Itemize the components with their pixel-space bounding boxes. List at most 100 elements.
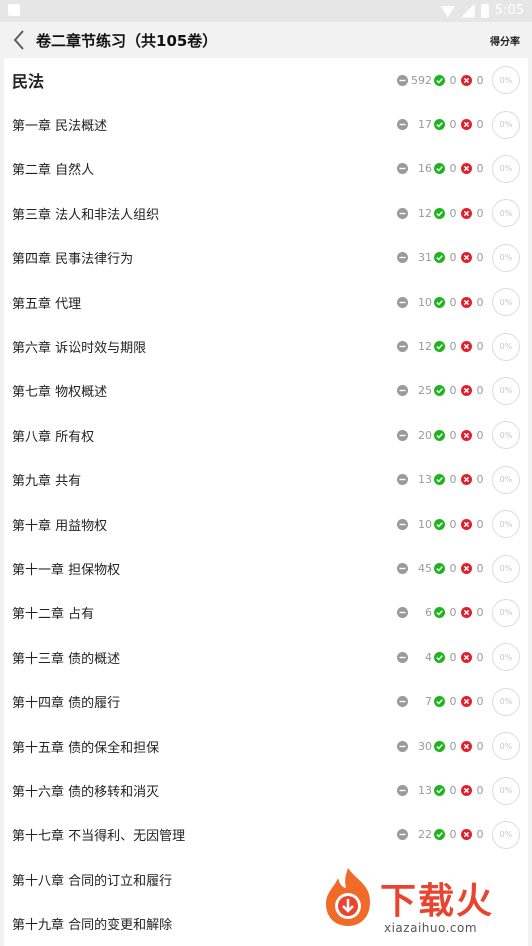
chapter-row[interactable]: 第三章 法人和非法人组织 12 0 0 0% bbox=[4, 191, 528, 235]
correct-icon bbox=[434, 119, 445, 131]
total-count: 31 bbox=[418, 251, 432, 265]
correct-icon bbox=[434, 163, 445, 175]
wrong-icon bbox=[461, 518, 472, 530]
wrong-icon bbox=[461, 385, 472, 397]
wrong-icon bbox=[461, 207, 472, 219]
score-rate-ring: 0% bbox=[492, 732, 520, 761]
chapter-list: 民法 592 0 0 0% 第一章 民法概述 17 0 0 0% 第二章 自然人 16 0 0 0% 第三章 … bbox=[4, 58, 528, 946]
chapter-title: 第十七章 不当得利、无因管理 bbox=[12, 829, 186, 845]
total-icon bbox=[397, 607, 408, 619]
wrong-icon bbox=[461, 341, 472, 353]
score-rate-ring: 0% bbox=[492, 598, 520, 627]
correct-count: 0 bbox=[449, 251, 457, 265]
chapter-row[interactable]: 第四章 民事法律行为 31 0 0 0% bbox=[4, 236, 528, 280]
correct-count: 0 bbox=[449, 118, 457, 132]
chapter-title: 第十二章 占有 bbox=[12, 607, 95, 623]
chapter-title: 第十一章 担保物权 bbox=[12, 563, 121, 579]
wrong-count: 0 bbox=[476, 428, 484, 442]
chapter-row[interactable]: 第十二章 占有 6 0 0 0% bbox=[4, 591, 528, 635]
total-count: 10 bbox=[418, 517, 432, 531]
chapter-stats: 25 0 0 bbox=[397, 384, 488, 397]
chapter-row[interactable]: 第二章 自然人 16 0 0 0% bbox=[4, 147, 528, 191]
wrong-count: 0 bbox=[476, 384, 484, 398]
back-button[interactable] bbox=[8, 28, 30, 52]
wrong-icon bbox=[461, 163, 472, 175]
chapter-row[interactable]: 第七章 物权概述 25 0 0 0% bbox=[4, 369, 528, 413]
score-rate-ring: 0% bbox=[492, 554, 520, 583]
chapter-title: 第三章 法人和非法人组织 bbox=[12, 207, 160, 223]
score-rate-ring: 0% bbox=[492, 421, 520, 450]
total-count: 22 bbox=[418, 828, 432, 842]
chapter-title: 民法 bbox=[12, 72, 45, 92]
total-icon bbox=[397, 429, 408, 441]
chapter-stats: 12 0 0 bbox=[397, 207, 488, 220]
chapter-row[interactable]: 第九章 共有 13 0 0 0% bbox=[4, 458, 528, 502]
total-icon bbox=[397, 518, 408, 530]
correct-icon bbox=[434, 696, 445, 708]
score-rate-ring: 0% bbox=[492, 66, 520, 95]
correct-count: 0 bbox=[449, 784, 457, 798]
chapter-stats: 10 0 0 bbox=[397, 296, 488, 309]
correct-icon bbox=[434, 252, 445, 264]
wrong-count: 0 bbox=[476, 162, 484, 176]
wrong-icon bbox=[461, 74, 472, 86]
score-rate-ring: 0% bbox=[492, 510, 520, 539]
chapter-row[interactable]: 第十五章 债的保全和担保 30 0 0 0% bbox=[4, 724, 528, 768]
correct-icon bbox=[434, 474, 445, 486]
wrong-count: 0 bbox=[476, 828, 484, 842]
correct-count: 0 bbox=[449, 695, 457, 709]
correct-count: 0 bbox=[449, 162, 457, 176]
correct-count: 0 bbox=[449, 606, 457, 620]
chapter-row[interactable]: 第八章 所有权 20 0 0 0% bbox=[4, 413, 528, 457]
total-icon bbox=[397, 252, 408, 264]
chapter-row[interactable]: 第十章 用益物权 10 0 0 0% bbox=[4, 502, 528, 546]
correct-count: 0 bbox=[449, 828, 457, 842]
chapter-title: 第十八章 合同的订立和履行 bbox=[12, 873, 173, 889]
chapter-row[interactable]: 第十一章 担保物权 45 0 0 0% bbox=[4, 546, 528, 590]
total-icon bbox=[397, 563, 408, 575]
correct-icon bbox=[434, 785, 445, 797]
total-count: 13 bbox=[418, 784, 432, 798]
chapter-title: 第八章 所有权 bbox=[12, 429, 95, 445]
wrong-count: 0 bbox=[476, 784, 484, 798]
chapter-row[interactable]: 第十三章 债的概述 4 0 0 0% bbox=[4, 635, 528, 679]
score-rate-ring: 0% bbox=[492, 332, 520, 361]
total-icon bbox=[397, 385, 408, 397]
wrong-icon bbox=[461, 607, 472, 619]
total-icon bbox=[397, 474, 408, 486]
total-count: 10 bbox=[418, 295, 432, 309]
chapter-stats: 13 0 0 bbox=[397, 473, 488, 486]
wrong-count: 0 bbox=[476, 340, 484, 354]
wrong-count: 0 bbox=[476, 695, 484, 709]
chapter-title: 第十五章 债的保全和担保 bbox=[12, 740, 160, 756]
chapter-row[interactable]: 民法 592 0 0 0% bbox=[4, 58, 528, 102]
total-count: 12 bbox=[418, 340, 432, 354]
total-count: 12 bbox=[418, 206, 432, 220]
score-rate-ring: 0% bbox=[492, 288, 520, 317]
total-icon bbox=[397, 163, 408, 175]
wrong-icon bbox=[461, 563, 472, 575]
wrong-count: 0 bbox=[476, 118, 484, 132]
total-icon bbox=[397, 696, 408, 708]
total-icon bbox=[397, 341, 408, 353]
total-count: 25 bbox=[418, 384, 432, 398]
total-icon bbox=[397, 119, 408, 131]
correct-count: 0 bbox=[449, 739, 457, 753]
correct-icon bbox=[434, 341, 445, 353]
chapter-row[interactable]: 第一章 民法概述 17 0 0 0% bbox=[4, 102, 528, 146]
chapter-row[interactable]: 第十四章 债的履行 7 0 0 0% bbox=[4, 680, 528, 724]
total-icon bbox=[397, 207, 408, 219]
correct-count: 0 bbox=[449, 562, 457, 576]
chapter-stats: 592 0 0 bbox=[397, 74, 488, 87]
wrong-icon bbox=[461, 651, 472, 663]
total-count: 592 bbox=[411, 73, 432, 87]
chapter-row[interactable]: 第六章 诉讼时效与期限 12 0 0 0% bbox=[4, 324, 528, 368]
wrong-icon bbox=[461, 829, 472, 841]
chapter-row[interactable]: 第五章 代理 10 0 0 0% bbox=[4, 280, 528, 324]
score-rate-ring: 0% bbox=[492, 643, 520, 672]
chapter-row[interactable]: 第十七章 不当得利、无因管理 22 0 0 0% bbox=[4, 813, 528, 857]
wrong-count: 0 bbox=[476, 606, 484, 620]
correct-count: 0 bbox=[449, 206, 457, 220]
chapter-row[interactable]: 第十六章 债的移转和消灭 13 0 0 0% bbox=[4, 768, 528, 812]
correct-icon bbox=[434, 518, 445, 530]
